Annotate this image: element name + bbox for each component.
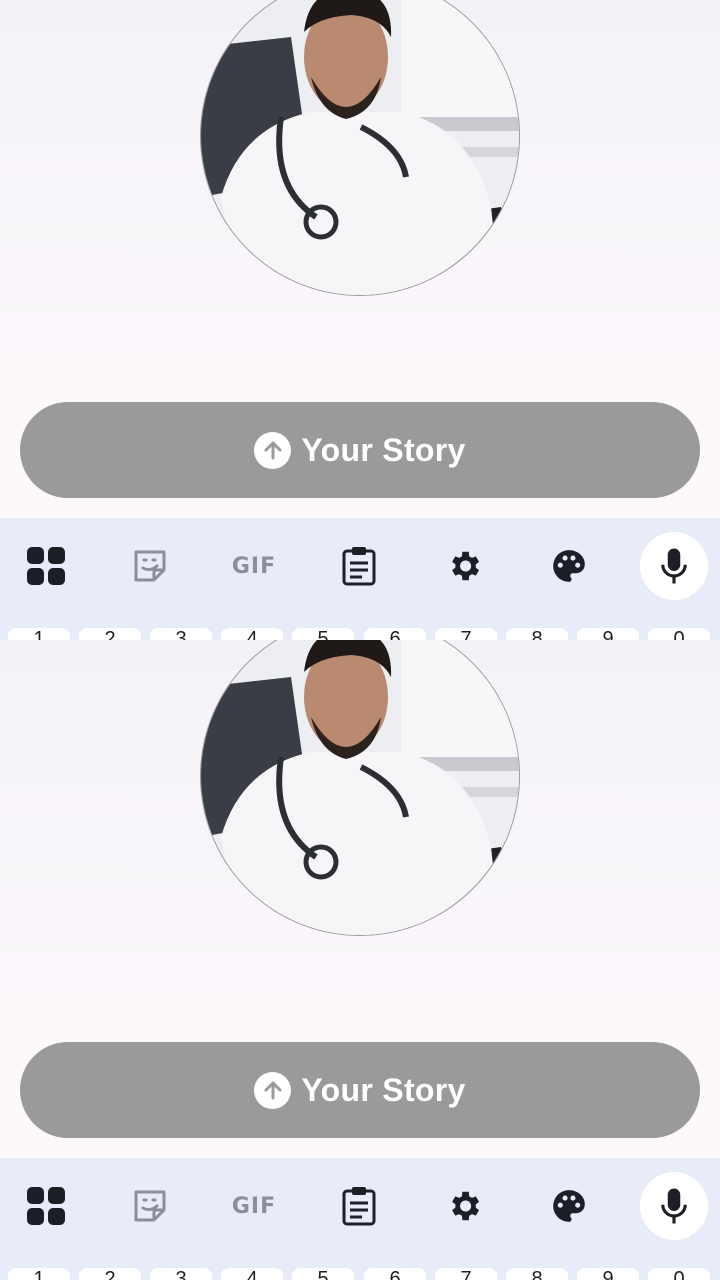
- profile-avatar[interactable]: [200, 0, 520, 296]
- gif-label: GIF: [231, 1193, 277, 1219]
- theme-palette-icon[interactable]: [535, 1172, 603, 1240]
- apps-grid-icon[interactable]: [12, 532, 80, 600]
- arrow-up-circle-icon: [254, 431, 292, 469]
- sticker-icon[interactable]: [116, 1172, 184, 1240]
- microphone-icon[interactable]: [640, 532, 708, 600]
- key-0[interactable]: 0: [648, 1268, 710, 1280]
- key-3[interactable]: 3: [150, 628, 212, 640]
- key-1[interactable]: 1: [8, 628, 70, 640]
- avatar-photo: [201, 0, 519, 295]
- settings-gear-icon[interactable]: [430, 532, 498, 600]
- your-story-label: Your Story: [301, 431, 466, 468]
- microphone-icon[interactable]: [640, 1172, 708, 1240]
- key-1[interactable]: 1: [8, 1268, 70, 1280]
- avatar-photo: [201, 640, 519, 935]
- sticker-icon[interactable]: [116, 532, 184, 600]
- gif-button[interactable]: GIF: [220, 532, 288, 600]
- key-5[interactable]: 5: [292, 1268, 354, 1280]
- your-story-button[interactable]: Your Story: [20, 402, 700, 498]
- key-9[interactable]: 9: [577, 1268, 639, 1280]
- keyboard-toolbar: GIF: [0, 518, 720, 618]
- key-2[interactable]: 2: [79, 1268, 141, 1280]
- key-8[interactable]: 8: [506, 628, 568, 640]
- clipboard-icon[interactable]: [325, 1172, 393, 1240]
- key-9[interactable]: 9: [577, 628, 639, 640]
- key-8[interactable]: 8: [506, 1268, 568, 1280]
- settings-gear-icon[interactable]: [430, 1172, 498, 1240]
- your-story-label: Your Story: [301, 1071, 466, 1108]
- theme-palette-icon[interactable]: [535, 532, 603, 600]
- key-7[interactable]: 7: [435, 628, 497, 640]
- your-story-button[interactable]: Your Story: [20, 1042, 700, 1138]
- arrow-up-circle-icon: [254, 1071, 292, 1109]
- number-row: 1 2 3 4 5 6 7 8 9 0: [0, 628, 720, 640]
- gif-button[interactable]: GIF: [220, 1172, 288, 1240]
- screen-panel-bottom: Your Story GIF 1 2 3 4 5 6 7 8 9 0: [0, 640, 720, 1280]
- gif-label: GIF: [231, 553, 277, 579]
- key-0[interactable]: 0: [648, 628, 710, 640]
- profile-avatar[interactable]: [200, 640, 520, 936]
- key-2[interactable]: 2: [79, 628, 141, 640]
- key-7[interactable]: 7: [435, 1268, 497, 1280]
- keyboard: GIF 1 2 3 4 5 6 7 8 9 0: [0, 1158, 720, 1280]
- key-5[interactable]: 5: [292, 628, 354, 640]
- key-4[interactable]: 4: [221, 628, 283, 640]
- number-row: 1 2 3 4 5 6 7 8 9 0: [0, 1268, 720, 1280]
- keyboard: GIF 1 2 3 4 5 6 7 8 9 0: [0, 518, 720, 640]
- screen-panel-top: Your Story GIF 1 2 3 4 5 6 7 8 9 0: [0, 0, 720, 640]
- key-6[interactable]: 6: [364, 628, 426, 640]
- key-4[interactable]: 4: [221, 1268, 283, 1280]
- apps-grid-icon[interactable]: [12, 1172, 80, 1240]
- clipboard-icon[interactable]: [325, 532, 393, 600]
- keyboard-toolbar: GIF: [0, 1158, 720, 1258]
- key-6[interactable]: 6: [364, 1268, 426, 1280]
- key-3[interactable]: 3: [150, 1268, 212, 1280]
